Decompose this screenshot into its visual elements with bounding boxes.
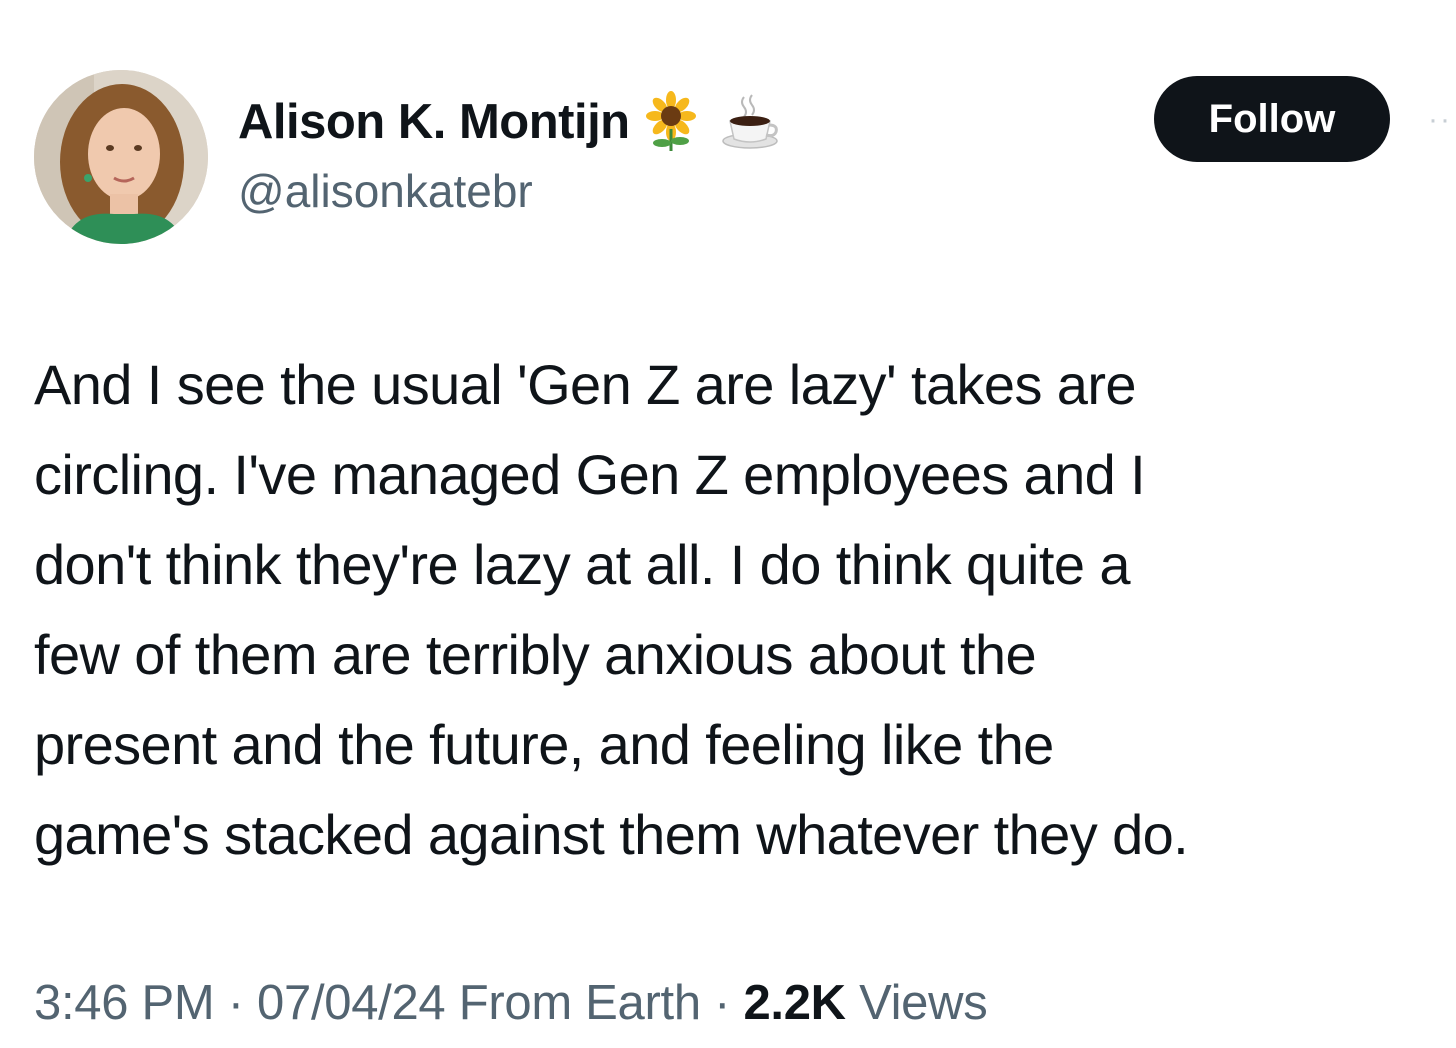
sunflower-icon xyxy=(640,91,702,153)
tweet-time[interactable]: 3:46 PM xyxy=(34,976,215,1030)
author-display-name[interactable]: Alison K. Montijn xyxy=(238,94,630,150)
tweet-location: From Earth xyxy=(458,976,701,1030)
more-options-icon[interactable]: ·· xyxy=(1428,108,1456,132)
views-count: 2.2K xyxy=(743,976,846,1030)
avatar[interactable] xyxy=(34,70,208,244)
tweet-header: Alison K. Montijn @alisonkatebr Follow ·… xyxy=(34,70,1450,246)
author-info: Alison K. Montijn @alisonkatebr xyxy=(238,91,782,218)
tweet-card: Alison K. Montijn @alisonkatebr Follow ·… xyxy=(0,0,1456,1048)
tweet-meta: 3:46 PM · 07/04/24 From Earth · 2.2K Vie… xyxy=(34,975,988,1031)
name-row: Alison K. Montijn xyxy=(238,91,782,153)
follow-button[interactable]: Follow xyxy=(1154,76,1390,162)
avatar-photo xyxy=(34,70,208,244)
tweet-date[interactable]: 07/04/24 xyxy=(257,976,446,1030)
tweet-text: And I see the usual 'Gen Z are lazy' tak… xyxy=(34,353,1189,866)
meta-separator: · xyxy=(214,976,258,1030)
coffee-icon xyxy=(720,91,782,153)
author-handle[interactable]: @alisonkatebr xyxy=(238,164,782,218)
meta-separator: · xyxy=(700,976,744,1030)
views-label: Views xyxy=(859,976,988,1030)
